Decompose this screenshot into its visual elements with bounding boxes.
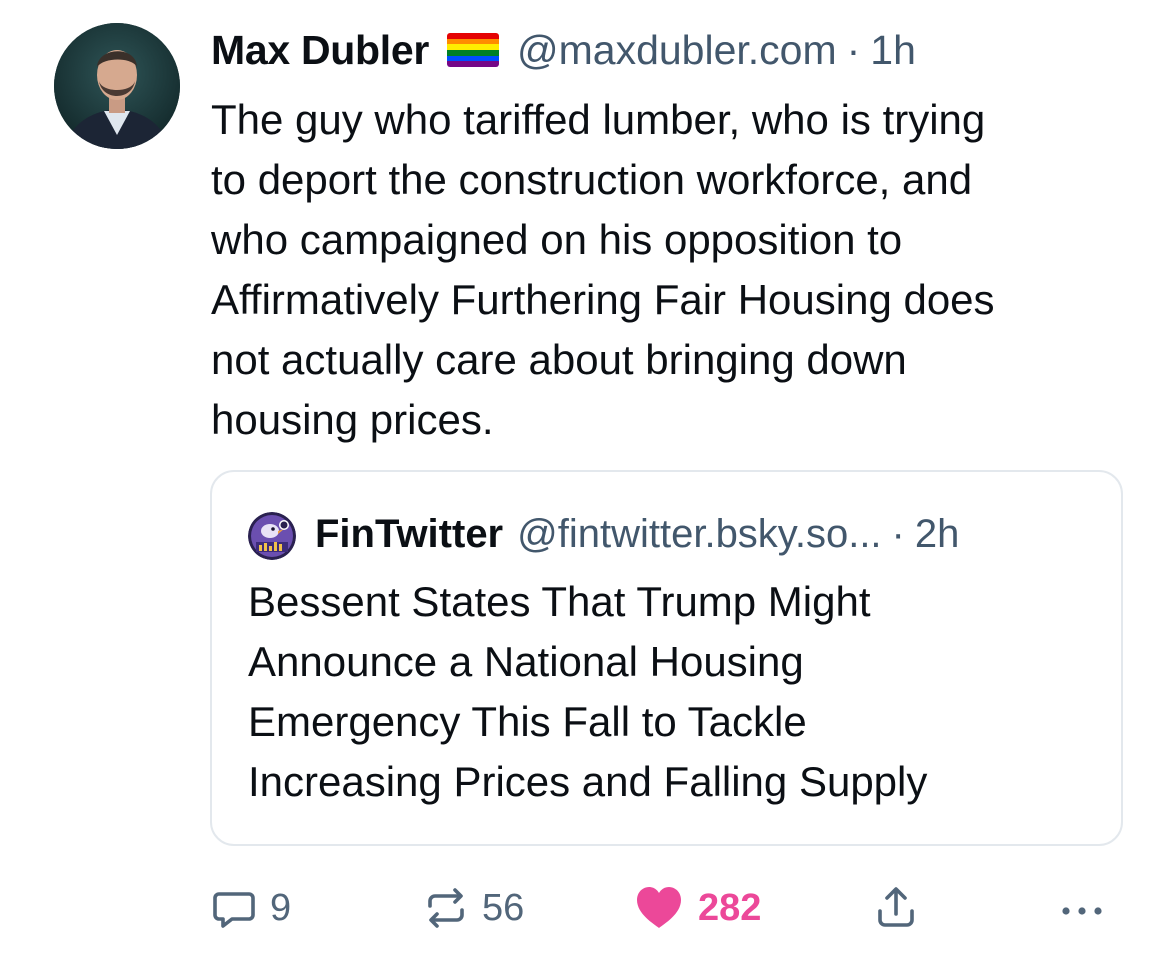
heart-icon	[637, 887, 681, 928]
separator-dot: ·	[846, 27, 861, 73]
quote-post-card[interactable]: FinTwitter @fintwitter.bsky.so... · 2h B…	[210, 470, 1123, 846]
flag-stripe	[447, 61, 499, 67]
like-count: 282	[698, 886, 762, 929]
more-options-button[interactable]	[1058, 880, 1106, 936]
share-icon	[878, 887, 914, 927]
post-timestamp[interactable]: 1h	[870, 22, 916, 78]
quote-avatar-image	[248, 512, 296, 560]
like-button[interactable]: 282	[634, 880, 761, 936]
post-actions: 9 56 282	[0, 880, 1170, 936]
repost-count: 56	[482, 886, 525, 929]
author-avatar-image	[54, 23, 180, 149]
quote-author-handle: @fintwitter.bsky.so...	[517, 512, 882, 556]
quote-text: Bessent States That Trump Might Announce…	[248, 578, 928, 805]
repost-icon	[428, 888, 464, 928]
post-header: Max Dubler @maxdubler.com · 1h	[211, 22, 916, 78]
reply-button[interactable]: 9	[210, 880, 291, 936]
share-button[interactable]	[872, 880, 920, 936]
quote-header: FinTwitter @fintwitter.bsky.so... · 2h	[315, 506, 959, 562]
author-handle[interactable]: @maxdubler.com	[517, 22, 837, 78]
post: Max Dubler @maxdubler.com · 1h The guy w…	[0, 0, 1170, 978]
author-avatar[interactable]	[54, 23, 180, 149]
author-display-name[interactable]: Max Dubler	[211, 22, 429, 78]
quote-author-avatar	[248, 512, 296, 560]
rainbow-flag-icon	[447, 33, 499, 67]
post-text: The guy who tariffed lumber, who is tryi…	[211, 96, 995, 443]
quote-timestamp: 2h	[914, 512, 960, 556]
more-icon	[1062, 907, 1102, 915]
repost-button[interactable]: 56	[422, 880, 524, 936]
quote-separator-dot: ·	[891, 512, 905, 556]
reply-count: 9	[270, 886, 292, 929]
reply-icon	[213, 892, 255, 928]
quote-author-display-name: FinTwitter	[315, 512, 504, 556]
